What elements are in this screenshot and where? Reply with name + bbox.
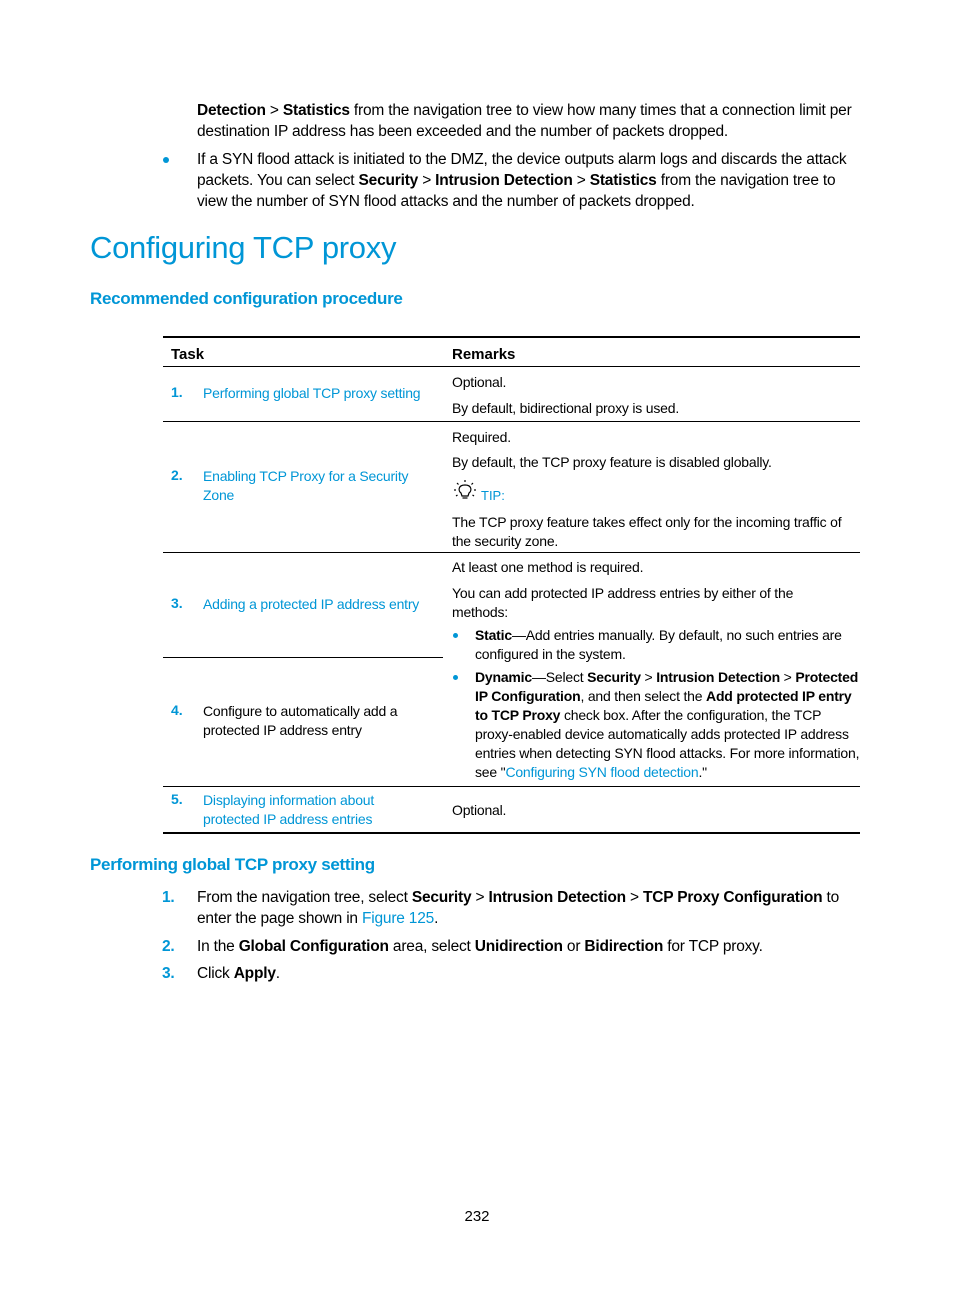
figure-link[interactable]: Figure 125 bbox=[362, 910, 434, 927]
page-number: 232 bbox=[464, 1208, 490, 1225]
tip-callout: TIP: bbox=[452, 479, 505, 503]
path-separator: > bbox=[418, 172, 436, 189]
step-text-part: area, select bbox=[388, 938, 475, 955]
step-item: 3. Click Apply. bbox=[162, 963, 867, 984]
task-text: Configure to automatically add a protect… bbox=[203, 703, 398, 738]
step-item: 1. From the navigation tree, select Secu… bbox=[162, 887, 867, 929]
remark-text: Required. bbox=[452, 429, 511, 445]
step-text: From the navigation tree, select Securit… bbox=[197, 887, 867, 929]
option-bidirection: Bidirection bbox=[584, 938, 664, 955]
option-unidirection: Unidirection bbox=[474, 938, 563, 955]
row-divider bbox=[163, 786, 860, 787]
dynamic-method: Dynamic—Select Security > Intrusion Dete… bbox=[475, 668, 860, 782]
bullet-icon bbox=[163, 157, 169, 163]
task-link[interactable]: Displaying information about protected I… bbox=[203, 791, 403, 829]
menu-path-statistics: Statistics bbox=[282, 102, 350, 119]
row-number: 1. bbox=[171, 384, 183, 400]
path-separator: > bbox=[779, 669, 796, 685]
lightbulb-icon bbox=[454, 480, 476, 499]
row-number: 4. bbox=[171, 702, 183, 718]
intro-paragraph: Detection > Statistics from the navigati… bbox=[197, 100, 867, 142]
static-method: Static—Add entries manually. By default,… bbox=[475, 626, 860, 664]
header-rule bbox=[163, 366, 860, 367]
button-name-apply: Apply bbox=[233, 965, 276, 982]
step-text-part: . bbox=[275, 965, 280, 982]
path-separator: > bbox=[640, 669, 657, 685]
remark-text: You can add protected IP address entries… bbox=[452, 585, 794, 620]
bullet-icon bbox=[453, 633, 458, 638]
tip-label: TIP: bbox=[481, 488, 505, 503]
step-text: Click Apply. bbox=[197, 963, 867, 984]
subsection-title-global-setting: Performing global TCP proxy setting bbox=[90, 855, 375, 874]
path-separator: > bbox=[625, 889, 643, 906]
step-number: 1. bbox=[162, 889, 175, 906]
remark-text: Optional. bbox=[452, 374, 507, 390]
step-text-part: . bbox=[434, 910, 439, 927]
step-number: 3. bbox=[162, 965, 175, 982]
method-dynamic-label: Dynamic bbox=[475, 669, 532, 685]
table-top-rule bbox=[163, 336, 860, 338]
step-text-part: From the navigation tree, select bbox=[197, 889, 412, 906]
path-separator: > bbox=[572, 172, 590, 189]
step-text-part: for TCP proxy. bbox=[663, 938, 763, 955]
remark-text: At least one method is required. bbox=[452, 559, 644, 575]
procedure-table: Task Remarks 1. Performing global TCP pr… bbox=[163, 336, 860, 835]
menu-path-security: Security bbox=[411, 889, 472, 906]
dynamic-text: , and then select the bbox=[580, 688, 707, 704]
menu-path-intrusion-detection: Intrusion Detection bbox=[435, 172, 573, 189]
row-number: 3. bbox=[171, 595, 183, 611]
menu-path-security: Security bbox=[587, 669, 641, 685]
dynamic-text: —Select bbox=[531, 669, 588, 685]
row-number: 2. bbox=[171, 467, 183, 483]
menu-path-security: Security bbox=[358, 172, 419, 189]
menu-path-tcp-proxy-config: TCP Proxy Configuration bbox=[642, 889, 823, 906]
menu-path-statistics: Statistics bbox=[589, 172, 657, 189]
menu-path-detection: Detection bbox=[197, 102, 266, 119]
bullet-icon bbox=[453, 675, 458, 680]
task-link[interactable]: Enabling TCP Proxy for a Security Zone bbox=[203, 467, 423, 505]
syn-flood-detection-link[interactable]: Configuring SYN flood detection bbox=[505, 764, 698, 780]
path-separator: > bbox=[471, 889, 489, 906]
row-number: 5. bbox=[171, 791, 183, 807]
subsection-title-recommended: Recommended configuration procedure bbox=[90, 289, 403, 308]
remark-text: Optional. bbox=[452, 802, 507, 818]
header-task: Task bbox=[171, 346, 205, 363]
step-text: In the Global Configuration area, select… bbox=[197, 936, 867, 957]
remark-text: By default, the TCP proxy feature is dis… bbox=[452, 454, 772, 470]
step-item: 2. In the Global Configuration area, sel… bbox=[162, 936, 867, 957]
row-divider bbox=[163, 421, 860, 422]
section-title: Configuring TCP proxy bbox=[90, 230, 397, 265]
step-text-part: In the bbox=[197, 938, 239, 955]
menu-path-intrusion-detection: Intrusion Detection bbox=[488, 889, 626, 906]
row-divider bbox=[163, 657, 443, 658]
area-global-configuration: Global Configuration bbox=[238, 938, 389, 955]
remark-text: By default, bidirectional proxy is used. bbox=[452, 400, 680, 416]
method-static-label: Static bbox=[475, 627, 512, 643]
method-static-text: —Add entries manually. By default, no su… bbox=[475, 627, 842, 662]
task-link[interactable]: Performing global TCP proxy setting bbox=[203, 384, 438, 403]
intro-bullet: If a SYN flood attack is initiated to th… bbox=[197, 149, 867, 212]
table-bottom-rule bbox=[163, 832, 860, 834]
path-separator: > bbox=[265, 102, 283, 119]
menu-path-intrusion-detection: Intrusion Detection bbox=[656, 669, 780, 685]
dynamic-text: ." bbox=[698, 764, 707, 780]
header-remarks: Remarks bbox=[452, 346, 516, 363]
step-text-part: or bbox=[562, 938, 585, 955]
row-divider bbox=[163, 552, 860, 553]
task-link[interactable]: Adding a protected IP address entry bbox=[203, 595, 438, 614]
step-number: 2. bbox=[162, 938, 175, 955]
step-text-part: Click bbox=[197, 965, 234, 982]
tip-text: The TCP proxy feature takes effect only … bbox=[452, 514, 842, 549]
